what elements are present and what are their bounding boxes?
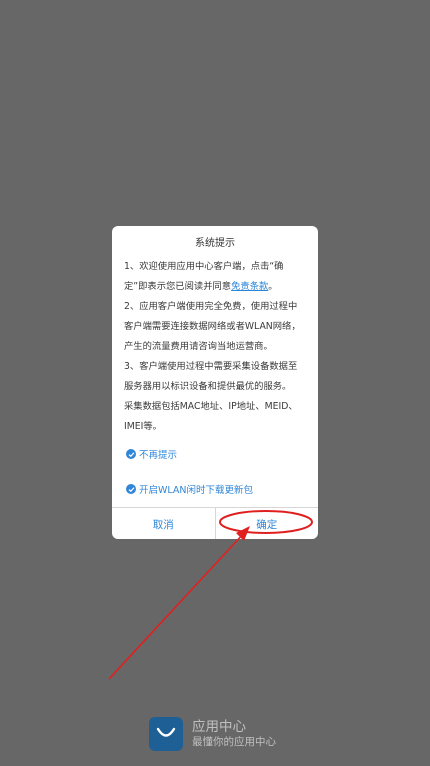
dialog-message: 1、欢迎使用应用中心客户端，点击“确 定”即表示您已阅读并同意免责条款。 2、应… <box>124 257 308 437</box>
cancel-button-label: 取消 <box>152 518 174 531</box>
no-remind-checkbox[interactable]: 不再提示 <box>126 447 177 461</box>
message-line-4: 客户端需要连接数据网络或者WLAN网络， <box>124 321 301 332</box>
message-line-5: 产生的流量费用请咨询当地运营商。 <box>124 341 273 352</box>
dialog-button-bar: 取消 确定 <box>112 507 318 539</box>
app-center-logo-icon <box>149 717 183 751</box>
check-circle-icon <box>126 484 136 494</box>
brand-name: 应用中心 <box>192 719 246 736</box>
message-line-6: 3、客户端使用过程中需要采集设备数据至 <box>124 361 298 372</box>
no-remind-label: 不再提示 <box>139 450 178 461</box>
message-line-8: 采集数据包括MAC地址、IP地址、MEID、 <box>124 401 298 412</box>
message-line-1: 1、欢迎使用应用中心客户端，点击“确 <box>124 261 284 272</box>
message-line-2-end: 。 <box>268 281 278 292</box>
disclaimer-link[interactable]: 免责条款 <box>231 281 268 292</box>
message-line-3: 2、应用客户端使用完全免费，使用过程中 <box>124 301 298 312</box>
dialog-title: 系统提示 <box>195 238 235 249</box>
message-line-2: 定”即表示您已阅读并同意免责条款。 <box>124 277 308 297</box>
message-line-9: IMEI等。 <box>124 421 162 432</box>
brand-text: 应用中心 最懂你的应用中心 <box>192 720 276 748</box>
cancel-button[interactable]: 取消 <box>112 508 216 539</box>
wlan-update-label: 开启WLAN闲时下载更新包 <box>139 485 254 496</box>
wlan-update-checkbox[interactable]: 开启WLAN闲时下载更新包 <box>126 482 253 496</box>
message-line-2-text: 定”即表示您已阅读并同意 <box>124 281 232 292</box>
annotation-arrow-line <box>108 532 245 680</box>
confirm-button-label: 确定 <box>256 518 278 531</box>
check-circle-icon <box>126 449 136 459</box>
system-prompt-dialog: 系统提示 1、欢迎使用应用中心客户端，点击“确 定”即表示您已阅读并同意免责条款… <box>112 226 318 539</box>
brand-footer: 应用中心 最懂你的应用中心 <box>149 717 276 751</box>
confirm-button[interactable]: 确定 <box>216 508 319 539</box>
brand-slogan: 最懂你的应用中心 <box>192 735 276 748</box>
message-line-7: 服务器用以标识设备和提供最优的服务。 <box>124 381 292 392</box>
